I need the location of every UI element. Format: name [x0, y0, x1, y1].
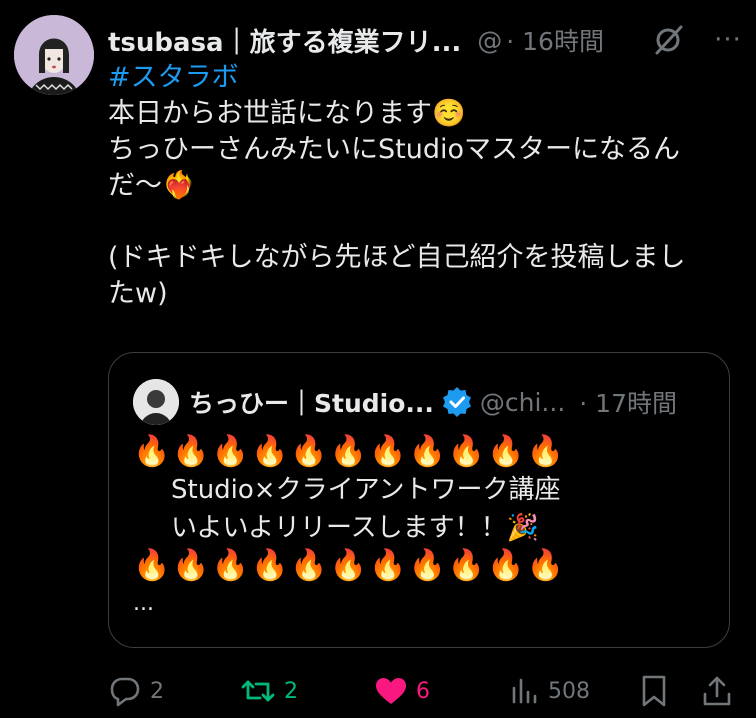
action-bar: 2 2 6 508 [108, 668, 738, 714]
avatar[interactable] [14, 15, 94, 95]
like-button[interactable]: 6 [374, 668, 430, 714]
reply-button[interactable]: 2 [108, 668, 164, 714]
grok-icon[interactable] [646, 18, 690, 62]
post-time[interactable]: · 16時間 [506, 22, 604, 58]
post-line: ちっひーさんみたいにStudioマスターになるん [108, 134, 680, 165]
share-icon [703, 676, 731, 706]
like-icon [376, 678, 406, 704]
quoted-author-name[interactable]: ちっひー｜Studio... [189, 384, 434, 420]
quoted-time[interactable]: · 17時間 [579, 384, 677, 420]
quoted-header: ちっひー｜Studio... @chi... · 17時間 [189, 379, 707, 425]
bookmark-button[interactable] [640, 668, 668, 714]
quoted-line: いよいよリリースします！！🎉 [171, 513, 540, 543]
tweet[interactable]: tsubasa｜旅する複業フリ... @ · 16時間 ··· #スタラボ 本日… [0, 0, 756, 718]
quoted-text: 🔥🔥🔥🔥🔥🔥🔥🔥🔥🔥🔥 Studio×クライアントワーク講座 いよいよリリースし… [133, 433, 713, 623]
post-line: だ〜❤️‍🔥 [108, 170, 196, 201]
post-header: tsubasa｜旅する複業フリ... @ · 16時間 ··· [108, 18, 741, 62]
author-name[interactable]: tsubasa｜旅する複業フリ... [108, 22, 461, 59]
more-icon[interactable]: ··· [706, 18, 750, 62]
fire-emoji-row: 🔥🔥🔥🔥🔥🔥🔥🔥🔥🔥🔥 [133, 434, 566, 469]
post-text: #スタラボ 本日からお世話になります☺️ ちっひーさんみたいにStudioマスタ… [108, 60, 738, 312]
post-line: 本日からお世話になります☺️ [108, 98, 466, 129]
repost-count: 2 [284, 678, 298, 704]
quoted-avatar[interactable] [133, 379, 179, 425]
hashtag-link[interactable]: #スタラボ [108, 60, 738, 96]
quoted-line: Studio×クライアントワーク講座 [171, 475, 561, 505]
repost-icon [241, 680, 275, 702]
fire-emoji-row: 🔥🔥🔥🔥🔥🔥🔥🔥🔥🔥🔥 [133, 548, 566, 583]
quoted-ellipsis: ... [133, 591, 154, 616]
post-line: (ドキドキしながら先ほど自己紹介を投稿しまし [108, 242, 686, 273]
post-line: たw) [108, 278, 168, 309]
reply-count: 2 [150, 678, 164, 704]
repost-button[interactable]: 2 [240, 668, 298, 714]
like-count: 6 [416, 678, 430, 704]
views-button[interactable]: 508 [510, 668, 590, 714]
post-line-blank [108, 204, 738, 240]
quoted-post[interactable]: ちっひー｜Studio... @chi... · 17時間 🔥🔥🔥🔥🔥🔥🔥🔥🔥🔥… [108, 352, 730, 648]
view-count: 508 [548, 678, 590, 704]
views-icon [512, 678, 537, 704]
bookmark-icon [642, 675, 666, 707]
quoted-handle[interactable]: @chi... [480, 388, 565, 417]
verified-badge-icon [442, 387, 472, 417]
reply-icon [110, 677, 140, 707]
share-button[interactable] [702, 668, 732, 714]
author-handle[interactable]: @ [477, 26, 502, 55]
